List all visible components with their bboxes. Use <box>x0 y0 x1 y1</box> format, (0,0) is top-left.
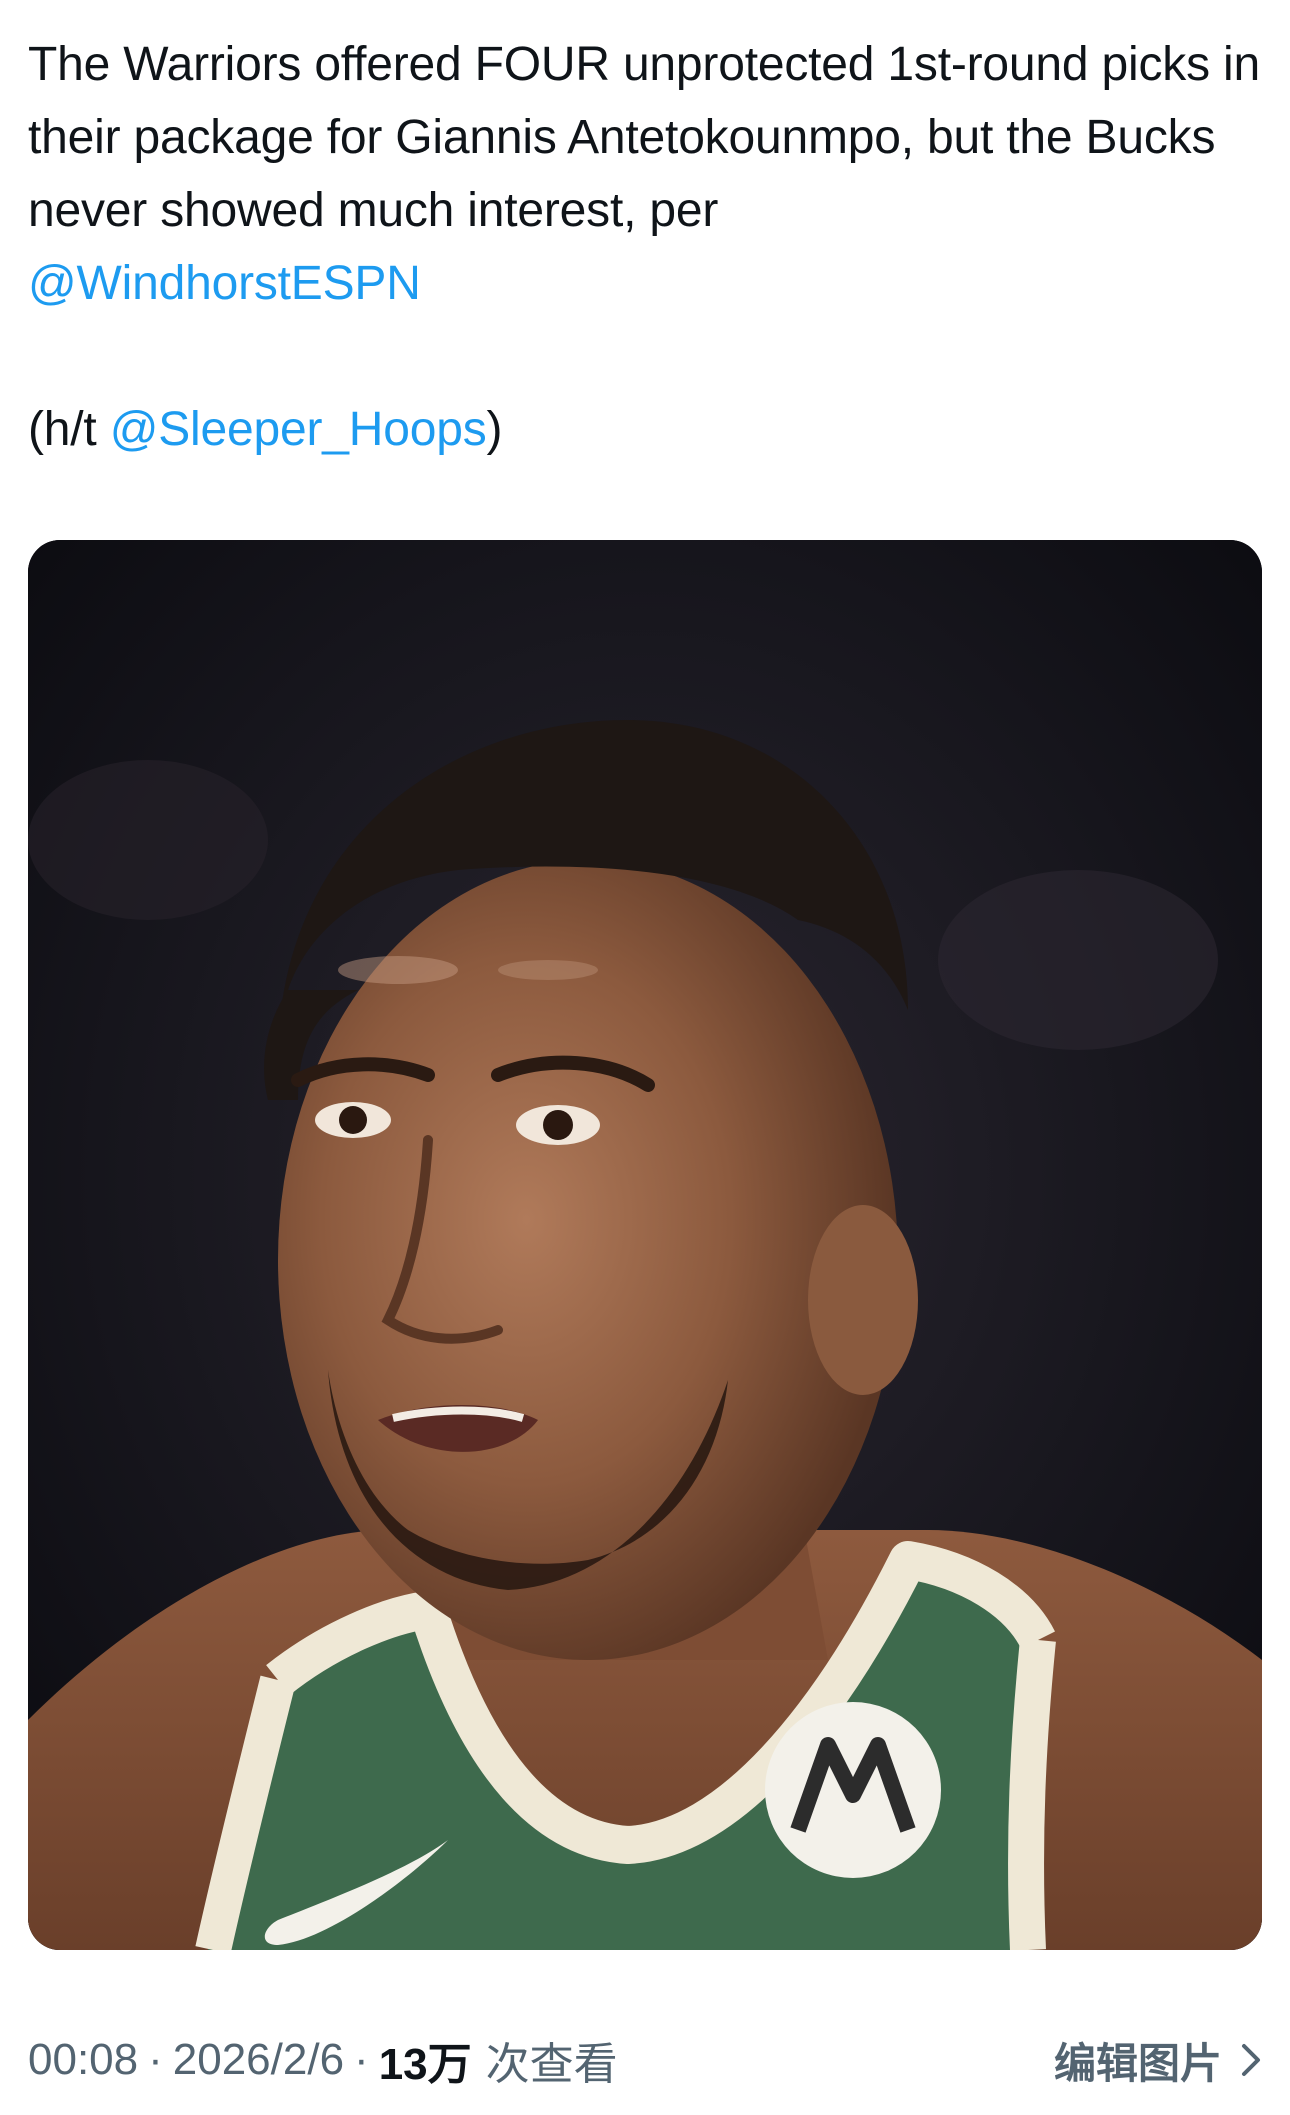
player-photo-illustration <box>28 540 1262 1950</box>
tweet-paragraph-2: (h/t @Sleeper_Hoops) <box>28 393 1262 466</box>
meta-separator: · <box>354 2035 369 2084</box>
edit-image-button[interactable]: 编辑图片 <box>1054 2025 1262 2095</box>
hat-tip-prefix: (h/t <box>28 403 110 456</box>
chevron-right-icon <box>1240 2042 1262 2078</box>
tweet-date: 2026/2/6 <box>172 2035 345 2084</box>
tweet-text: The Warriors offered FOUR unprotected 1s… <box>28 28 1262 466</box>
tweet-photo[interactable] <box>28 540 1262 1950</box>
meta-separator: · <box>148 2035 163 2084</box>
edit-image-label: 编辑图片 <box>1053 2038 1222 2088</box>
tweet-time: 00:08 <box>28 2035 139 2084</box>
tweet-meta: 00:08 · 2026/2/6 · 13万 次查看 <box>28 2025 618 2095</box>
mention-link-sleeper-hoops[interactable]: @Sleeper_Hoops <box>110 403 487 456</box>
views-label: 次查看 <box>485 2039 618 2090</box>
views-count: 13万 <box>378 2040 472 2089</box>
mention-link-windhorst[interactable]: @WindhorstESPN <box>28 257 421 310</box>
tweet-body-text: The Warriors offered FOUR unprotected 1s… <box>28 38 1260 237</box>
hat-tip-suffix: ) <box>486 403 503 456</box>
tweet-paragraph-1: The Warriors offered FOUR unprotected 1s… <box>28 28 1262 320</box>
